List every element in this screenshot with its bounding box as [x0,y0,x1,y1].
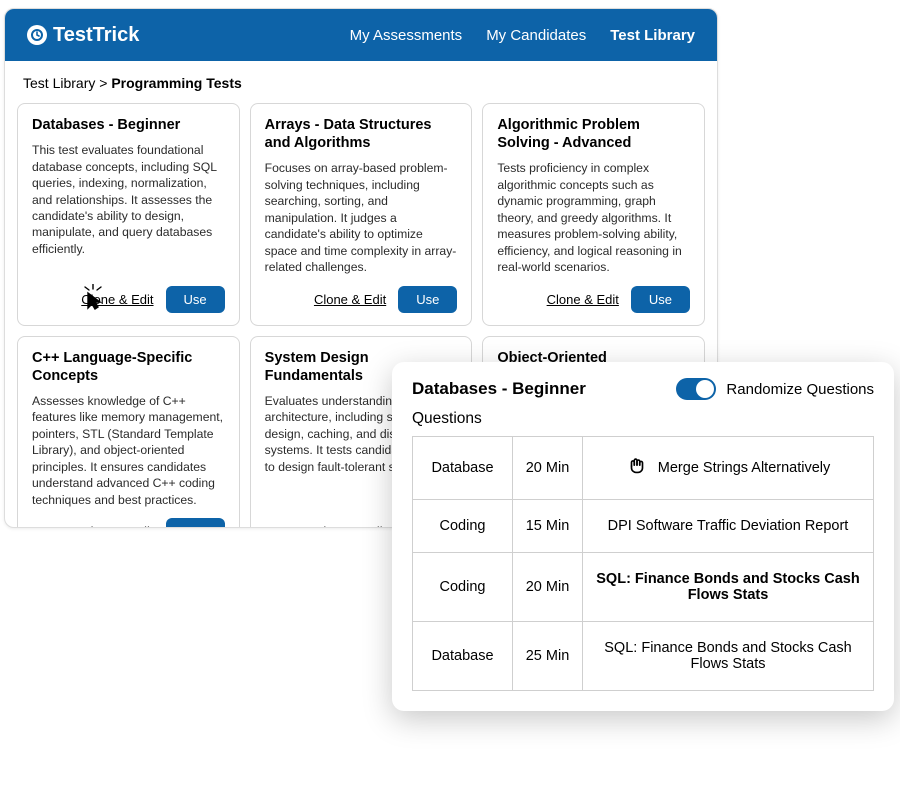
breadcrumb: Test Library > Programming Tests [5,61,717,97]
randomize-label: Randomize Questions [726,381,874,398]
test-card: Algorithmic Problem Solving - Advanced T… [482,103,705,326]
card-actions: Clone & Edit Use [32,276,225,313]
question-category: Coding [413,500,513,553]
top-nav: My Assessments My Candidates Test Librar… [350,27,695,44]
nav-test-library[interactable]: Test Library [610,27,695,44]
question-category: Database [413,437,513,500]
nav-my-candidates[interactable]: My Candidates [486,27,586,44]
breadcrumb-sep: > [99,75,107,91]
card-title: Databases - Beginner [32,116,225,134]
card-desc: This test evaluates foundational databas… [32,142,225,257]
clone-edit-link[interactable]: Clone & Edit [81,524,153,528]
panel-header: Databases - Beginner Randomize Questions [412,378,874,400]
clone-edit-link[interactable]: Clone & Edit [314,292,386,307]
card-desc: Focuses on array-based problem-solving t… [265,160,458,275]
test-card: Databases - Beginner This test evaluates… [17,103,240,326]
use-button[interactable]: Use [398,286,457,313]
question-name: SQL: Finance Bonds and Stocks Cash Flows… [583,553,874,622]
question-name: SQL: Finance Bonds and Stocks Cash Flows… [583,622,874,691]
question-duration: 25 Min [513,622,583,691]
question-name: DPI Software Traffic Deviation Report [583,500,874,553]
card-actions: Clone & Edit Use [497,276,690,313]
test-card: Arrays - Data Structures and Algorithms … [250,103,473,326]
card-actions: Clone & Edit Use [265,276,458,313]
table-row[interactable]: Coding 20 Min SQL: Finance Bonds and Sto… [413,553,874,622]
test-card: C++ Language-Specific Concepts Assesses … [17,336,240,528]
questions-table: Database 20 Min Merge Strings Alternativ… [412,436,874,691]
use-button[interactable]: Use [166,518,225,528]
card-desc: Assesses knowledge of C++ features like … [32,393,225,508]
card-title: C++ Language-Specific Concepts [32,349,225,385]
panel-title: Databases - Beginner [412,379,586,399]
card-desc: Tests proficiency in complex algorithmic… [497,160,690,275]
breadcrumb-current: Programming Tests [111,75,241,91]
brand-logo[interactable]: TestTrick [27,24,139,47]
use-button[interactable]: Use [631,286,690,313]
nav-my-assessments[interactable]: My Assessments [350,27,463,44]
card-actions: Clone & Edit Use [32,508,225,528]
clock-icon [27,25,47,45]
card-title: Arrays - Data Structures and Algorithms [265,116,458,152]
clone-edit-link[interactable]: Clone & Edit [547,292,619,307]
toggle-knob [696,380,714,398]
question-duration: 20 Min [513,553,583,622]
grab-icon[interactable] [626,455,648,481]
questions-heading: Questions [412,410,874,428]
test-detail-panel: Databases - Beginner Randomize Questions… [392,362,894,711]
question-duration: 15 Min [513,500,583,553]
table-row[interactable]: Database 25 Min SQL: Finance Bonds and S… [413,622,874,691]
card-title: Algorithmic Problem Solving - Advanced [497,116,690,152]
brand-name: TestTrick [53,24,139,47]
clone-edit-link[interactable]: Clone & Edit [81,292,153,307]
question-name: Merge Strings Alternatively [583,437,874,500]
question-name-text: Merge Strings Alternatively [658,460,830,476]
question-category: Database [413,622,513,691]
question-category: Coding [413,553,513,622]
randomize-toggle-wrap: Randomize Questions [676,378,874,400]
table-row[interactable]: Coding 15 Min DPI Software Traffic Devia… [413,500,874,553]
randomize-toggle[interactable] [676,378,716,400]
use-button[interactable]: Use [166,286,225,313]
clone-edit-link[interactable]: Clone & Edit [314,524,386,528]
question-duration: 20 Min [513,437,583,500]
table-row[interactable]: Database 20 Min Merge Strings Alternativ… [413,437,874,500]
app-header: TestTrick My Assessments My Candidates T… [5,9,717,61]
breadcrumb-root[interactable]: Test Library [23,75,95,91]
